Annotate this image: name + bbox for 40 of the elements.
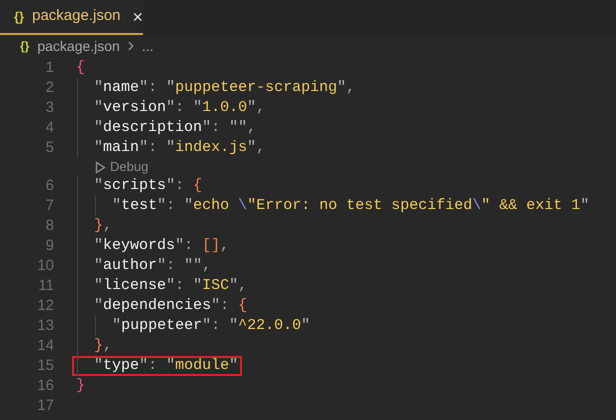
line-number: 6 (44, 176, 54, 196)
line-number: 17 (36, 396, 54, 416)
code-line: "main": "index.js", (93, 138, 266, 158)
line-number: 16 (36, 376, 54, 396)
line-number: 13 (36, 316, 54, 336)
code-line: }, (93, 216, 114, 236)
code-line: }, (93, 336, 114, 356)
line-number: 1 (44, 58, 54, 78)
json-file-icon: {} (20, 37, 30, 55)
json-file-icon: {} (14, 6, 24, 26)
code-line: "dependencies": { (93, 296, 248, 316)
line-number: 2 (44, 78, 54, 98)
code-line: "author": "", (93, 256, 212, 276)
code-line: "version": "1.0.0", (93, 98, 266, 118)
close-button[interactable]: × (132, 8, 144, 26)
play-icon (95, 160, 106, 174)
line-number: 14 (36, 336, 54, 356)
code-line: "description": "", (93, 118, 258, 138)
line-number: 4 (44, 118, 54, 138)
breadcrumb-item[interactable]: package.json (37, 36, 120, 56)
line-number: 12 (36, 296, 54, 316)
line-number: 11 (37, 276, 54, 296)
code-line: { (75, 58, 86, 78)
line-number: 7 (44, 196, 54, 216)
line-number: 10 (36, 256, 54, 276)
line-number: 8 (44, 216, 54, 236)
line-number: 15 (36, 356, 54, 376)
breadcrumb-item[interactable]: ... (142, 36, 154, 56)
code-line: "test": "echo \"Error: no test specified\" && exit 1" (111, 196, 590, 216)
code-line: "scripts": { (93, 176, 204, 196)
tab-label: package.json (32, 6, 121, 26)
line-number: 9 (44, 236, 54, 256)
code-line: } (75, 376, 86, 396)
code-line: "license": "ISC", (93, 276, 248, 296)
code-line: "name": "puppeteer-scraping", (93, 78, 356, 98)
debug-codelens[interactable]: Debug (95, 158, 148, 176)
line-number: 5 (44, 138, 54, 158)
code-line: "keywords": [], (93, 236, 230, 256)
line-number: 3 (44, 98, 54, 118)
code-line: "puppeteer": "^22.0.0" (111, 316, 312, 336)
